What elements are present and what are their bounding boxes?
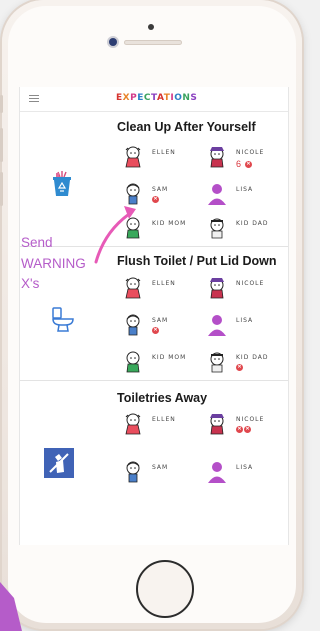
default-user-avatar bbox=[206, 313, 228, 337]
warning-badges: ✕ bbox=[236, 364, 243, 371]
task-title: Flush Toilet / Put Lid Down bbox=[117, 254, 277, 268]
task-title: Clean Up After Yourself bbox=[117, 120, 256, 134]
member-name: SAM bbox=[152, 464, 169, 471]
warning-count: 6 bbox=[236, 159, 242, 169]
member-name: SAM bbox=[152, 186, 169, 193]
x-badge-icon: ✕ bbox=[152, 327, 159, 334]
member-name: KID DAD bbox=[236, 220, 269, 227]
kid-dad-avatar bbox=[206, 350, 228, 374]
annotation-line: Send bbox=[21, 235, 53, 250]
member-name: ELLEN bbox=[152, 416, 176, 423]
kid-mom-avatar bbox=[122, 350, 144, 374]
annotation-text: Send WARNING X's bbox=[21, 233, 86, 295]
hamburger-menu-icon[interactable] bbox=[29, 95, 39, 102]
member-name: LISA bbox=[236, 464, 254, 471]
x-badge-icon: ✕ bbox=[244, 426, 251, 433]
task-section: Clean Up After Yourself ELLEN NICOLE 6 ✕… bbox=[20, 112, 288, 247]
kid-dad-avatar bbox=[206, 216, 228, 240]
annotation-line: WARNING bbox=[21, 255, 86, 271]
member-name: NICOLE bbox=[236, 280, 265, 287]
member-name: ELLEN bbox=[152, 149, 176, 156]
x-badge-icon: ✕ bbox=[152, 196, 159, 203]
kid-pirate-avatar bbox=[206, 276, 228, 300]
front-camera-icon bbox=[148, 24, 154, 30]
member-name: ELLEN bbox=[152, 280, 176, 287]
default-user-avatar bbox=[206, 460, 228, 484]
kid-boy-avatar bbox=[122, 313, 144, 337]
kid-pirate-avatar bbox=[206, 412, 228, 436]
annotation-line: X's bbox=[21, 276, 40, 291]
x-badge-icon: ✕ bbox=[236, 364, 243, 371]
warning-badges: ✕ bbox=[152, 196, 159, 203]
kid-mom-avatar bbox=[122, 216, 144, 240]
member-name: NICOLE bbox=[236, 149, 265, 156]
default-user-avatar bbox=[206, 182, 228, 206]
x-badge-icon: ✕ bbox=[236, 426, 243, 433]
camera-lens-icon bbox=[109, 38, 117, 46]
member-name: LISA bbox=[236, 317, 254, 324]
home-button[interactable] bbox=[136, 560, 194, 618]
kid-pirate-avatar bbox=[206, 145, 228, 169]
member-name: KID DAD bbox=[236, 354, 269, 361]
volume-up-button bbox=[0, 128, 3, 162]
warning-badges: ✕ bbox=[152, 327, 159, 334]
kid-boy-avatar bbox=[122, 460, 144, 484]
kid-girl-avatar bbox=[122, 412, 144, 436]
x-badge-icon: ✕ bbox=[245, 160, 253, 168]
toilet-icon[interactable] bbox=[51, 306, 75, 337]
member-name: NICOLE bbox=[236, 416, 265, 423]
recycle-bin-icon[interactable] bbox=[51, 171, 73, 202]
kid-girl-avatar bbox=[122, 276, 144, 300]
kid-boy-avatar bbox=[122, 182, 144, 206]
member-name: KID MOM bbox=[152, 354, 187, 361]
volume-down-button bbox=[0, 172, 3, 206]
app-title: EXPECTATIONS bbox=[116, 93, 198, 103]
member-name: LISA bbox=[236, 186, 254, 193]
kid-girl-avatar bbox=[122, 145, 144, 169]
warning-badges: ✕ ✕ bbox=[236, 426, 251, 433]
warning-badges: 6 ✕ bbox=[236, 159, 253, 169]
earpiece-speaker bbox=[124, 40, 182, 45]
member-name: KID MOM bbox=[152, 220, 187, 227]
task-section: Toiletries Away ELLEN NICOLE ✕ ✕ SAM LIS… bbox=[20, 380, 288, 545]
task-title: Toiletries Away bbox=[117, 391, 208, 405]
mute-switch bbox=[0, 95, 3, 113]
no-toiletries-icon[interactable] bbox=[44, 448, 74, 483]
top-bar: EXPECTATIONS bbox=[20, 87, 288, 112]
app-screen: EXPECTATIONS Clean Up After Yourself ELL… bbox=[19, 87, 289, 545]
member-name: SAM bbox=[152, 317, 169, 324]
